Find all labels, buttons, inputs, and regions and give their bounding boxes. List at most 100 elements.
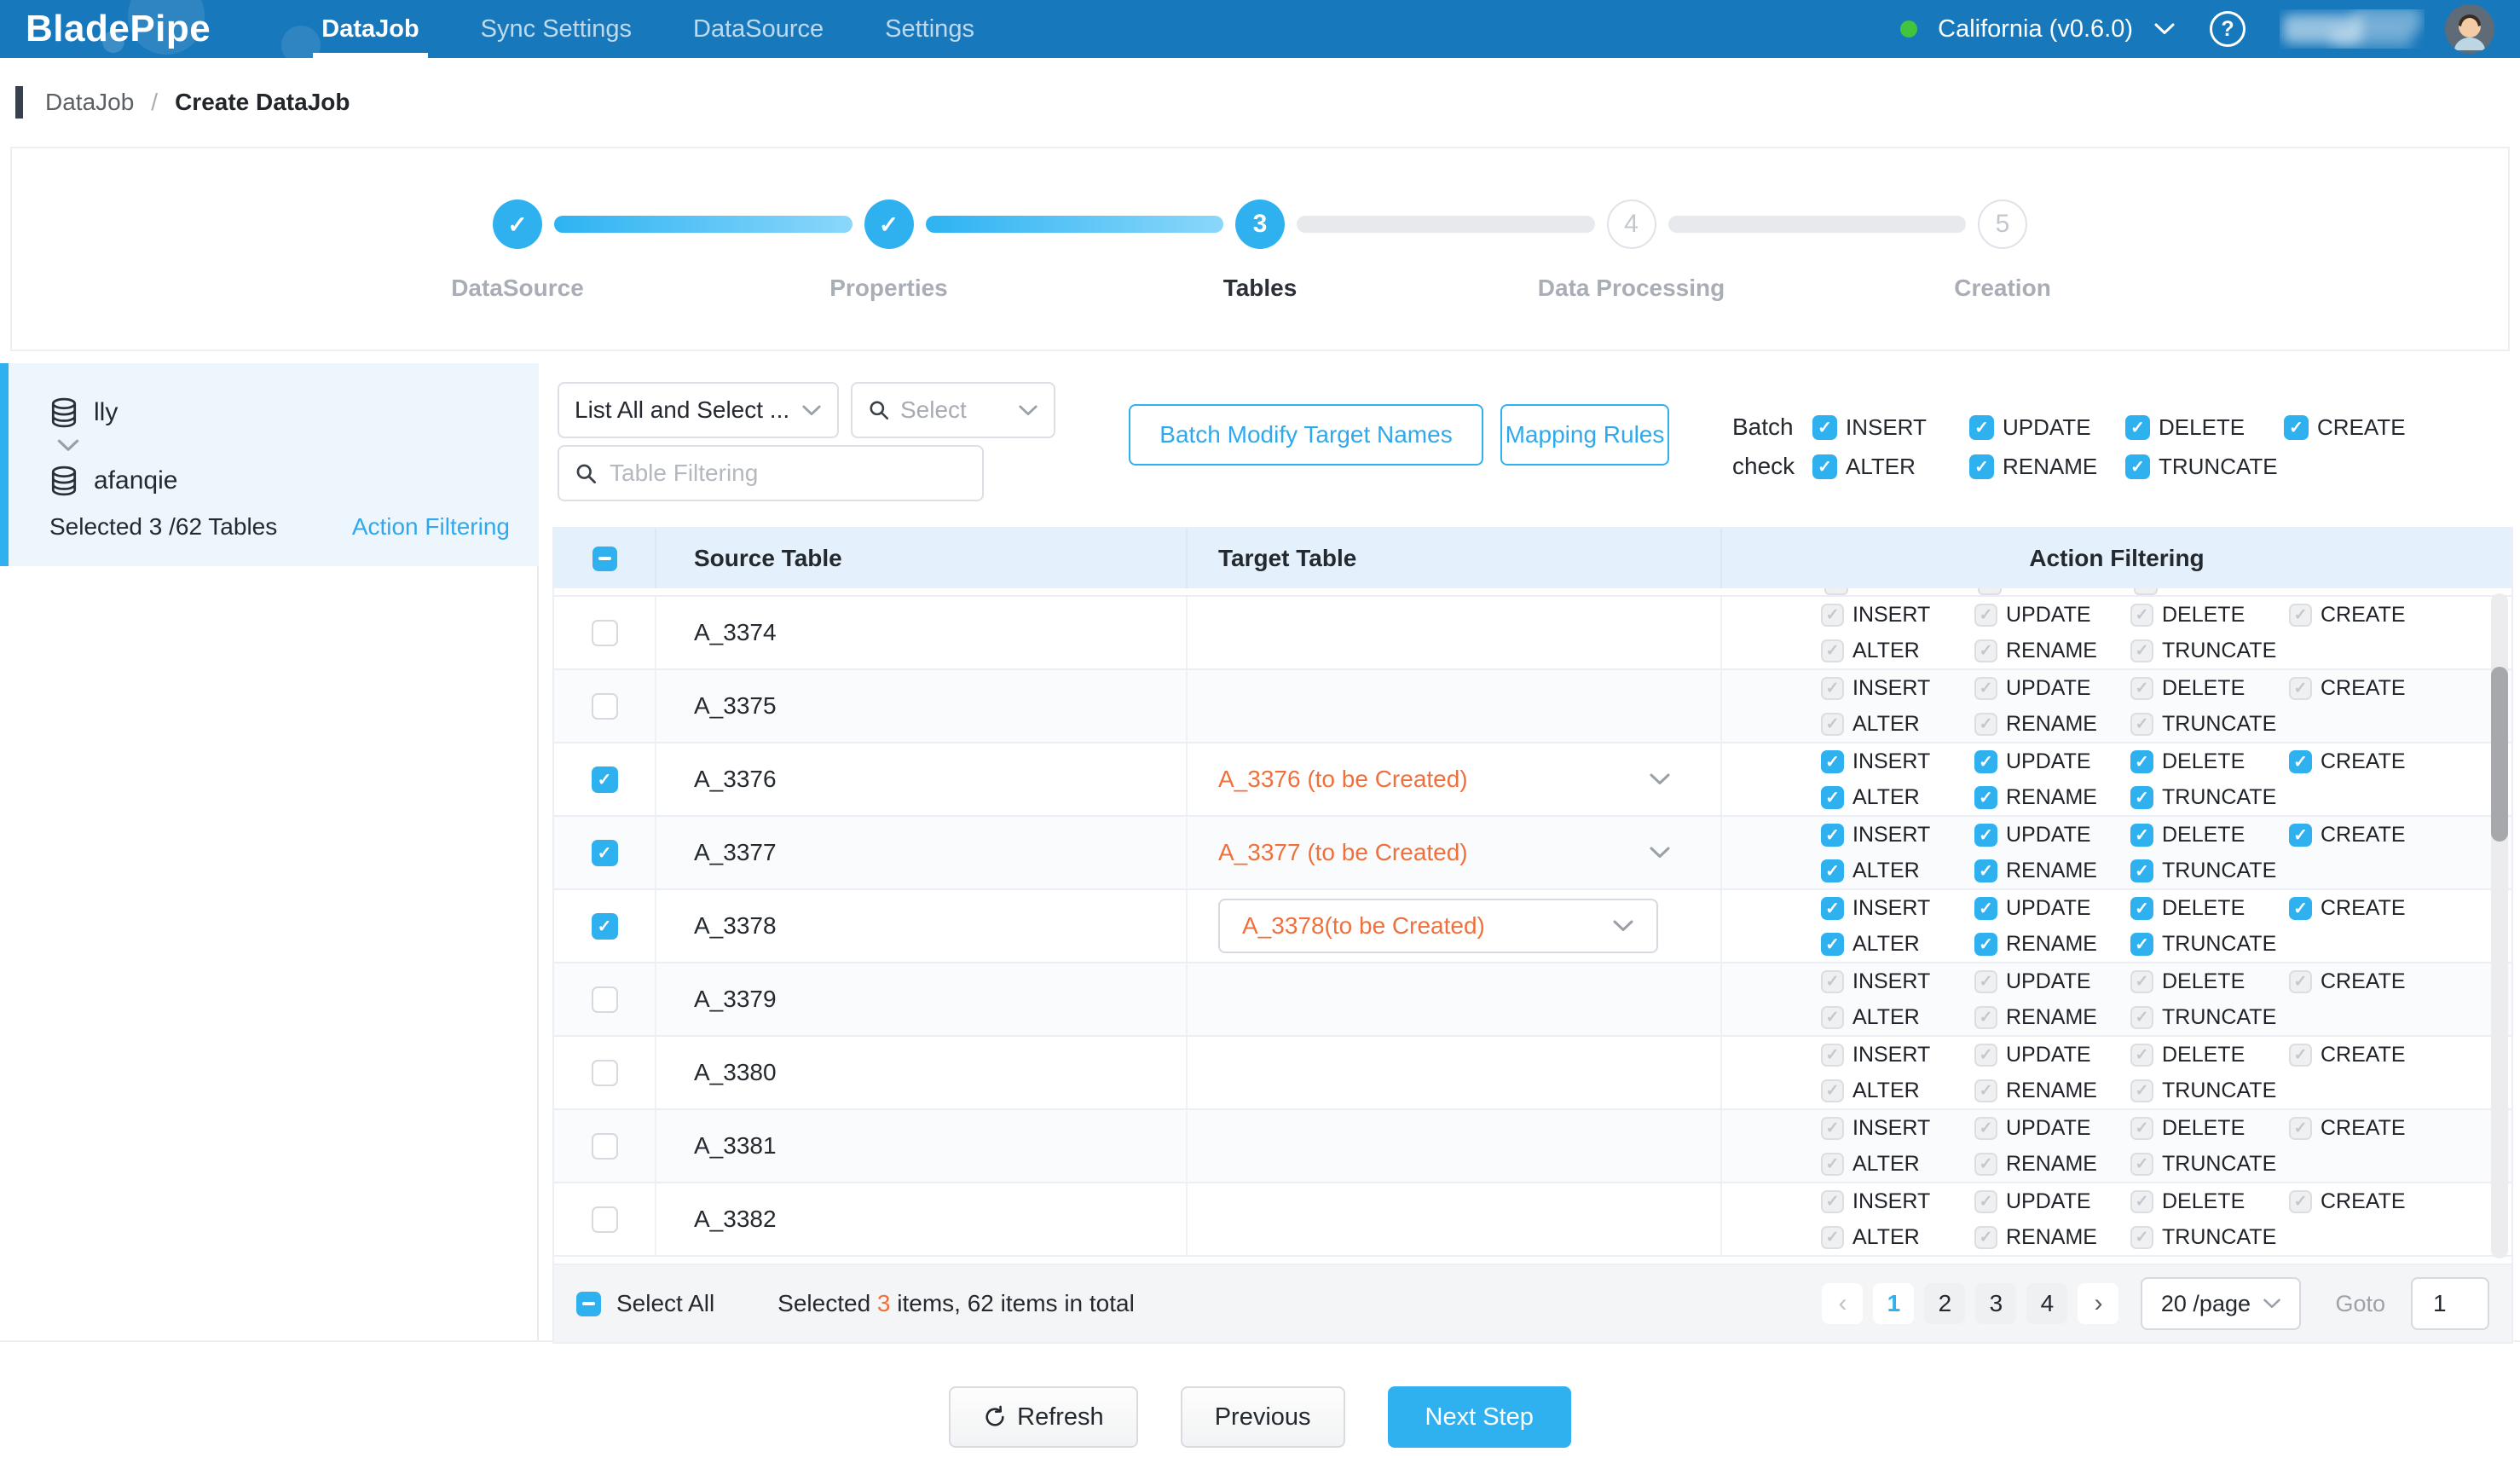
- action-checkbox-item[interactable]: INSERT: [1821, 749, 1974, 774]
- action-checkbox-item[interactable]: RENAME: [1974, 932, 2130, 957]
- help-icon[interactable]: ?: [2210, 11, 2245, 47]
- checkbox-checked[interactable]: [1821, 933, 1844, 956]
- action-checkbox-item[interactable]: CREATE: [2289, 1043, 2451, 1067]
- action-filtering-link[interactable]: Action Filtering: [352, 513, 510, 541]
- previous-button[interactable]: Previous: [1181, 1386, 1345, 1448]
- checkbox-disabled[interactable]: [1821, 1006, 1844, 1029]
- checkbox-disabled[interactable]: [1974, 604, 1997, 627]
- action-checkbox-item[interactable]: ALTER: [1821, 859, 1974, 883]
- page-button-1[interactable]: 1: [1873, 1283, 1914, 1324]
- action-checkbox-item[interactable]: RENAME: [1974, 1005, 2130, 1030]
- batch-action-alter[interactable]: ALTER: [1812, 454, 1969, 480]
- checkbox-checked[interactable]: [2130, 824, 2153, 847]
- action-checkbox-item[interactable]: TRUNCATE: [2130, 1225, 2289, 1250]
- checkbox-checked[interactable]: [2125, 454, 2150, 479]
- checkbox-disabled[interactable]: [2130, 1044, 2153, 1067]
- checkbox-checked[interactable]: [1821, 786, 1844, 809]
- action-checkbox-item[interactable]: INSERT: [1821, 969, 1974, 994]
- checkbox-disabled[interactable]: [1974, 1226, 1997, 1249]
- checkbox-checked[interactable]: [1821, 824, 1844, 847]
- action-checkbox-item[interactable]: RENAME: [1974, 859, 2130, 883]
- checkbox-disabled[interactable]: [1821, 1153, 1844, 1176]
- row-checkbox[interactable]: [592, 1133, 618, 1160]
- action-checkbox-item[interactable]: CREATE: [2289, 823, 2451, 847]
- action-checkbox-item[interactable]: ALTER: [1821, 1225, 1974, 1250]
- checkbox-checked[interactable]: [1812, 454, 1837, 479]
- checkbox-disabled[interactable]: [2289, 677, 2312, 700]
- checkbox-disabled[interactable]: [2130, 1226, 2153, 1249]
- action-checkbox-item[interactable]: RENAME: [1974, 639, 2130, 663]
- action-checkbox-item[interactable]: UPDATE: [1974, 969, 2130, 994]
- batch-action-truncate[interactable]: TRUNCATE: [2125, 454, 2284, 480]
- action-checkbox-item[interactable]: CREATE: [2289, 1189, 2451, 1214]
- action-checkbox-item[interactable]: UPDATE: [1974, 1116, 2130, 1141]
- action-checkbox-item[interactable]: TRUNCATE: [2130, 932, 2289, 957]
- action-checkbox-item[interactable]: INSERT: [1821, 896, 1974, 921]
- action-checkbox-item[interactable]: INSERT: [1821, 1116, 1974, 1141]
- checkbox-disabled[interactable]: [2130, 639, 2153, 662]
- page-button-3[interactable]: 3: [1975, 1283, 2016, 1324]
- checkbox-disabled[interactable]: [2130, 1117, 2153, 1140]
- action-checkbox-item[interactable]: RENAME: [1974, 712, 2130, 737]
- checkbox-disabled[interactable]: [1974, 1006, 1997, 1029]
- checkbox-disabled[interactable]: [2130, 604, 2153, 627]
- action-checkbox-item[interactable]: INSERT: [1821, 603, 1974, 628]
- checkbox-disabled[interactable]: [2289, 604, 2312, 627]
- action-checkbox-item[interactable]: TRUNCATE: [2130, 712, 2289, 737]
- checkbox-disabled[interactable]: [2289, 1190, 2312, 1213]
- action-checkbox-item[interactable]: CREATE: [2289, 749, 2451, 774]
- action-checkbox-item[interactable]: ALTER: [1821, 1152, 1974, 1177]
- avatar[interactable]: [2445, 4, 2494, 54]
- checkbox-disabled[interactable]: [1821, 1117, 1844, 1140]
- page-button-2[interactable]: 2: [1924, 1283, 1965, 1324]
- action-checkbox-item[interactable]: INSERT: [1821, 676, 1974, 701]
- checkbox-checked[interactable]: [1821, 897, 1844, 920]
- action-checkbox-item[interactable]: ALTER: [1821, 1079, 1974, 1103]
- checkbox-disabled[interactable]: [1821, 604, 1844, 627]
- breadcrumb-parent[interactable]: DataJob: [45, 89, 134, 116]
- page-button-4[interactable]: 4: [2026, 1283, 2067, 1324]
- action-checkbox-item[interactable]: TRUNCATE: [2130, 785, 2289, 810]
- action-checkbox-item[interactable]: UPDATE: [1974, 676, 2130, 701]
- checkbox-disabled[interactable]: [1821, 713, 1844, 736]
- nav-item-sync-settings[interactable]: Sync Settings: [481, 0, 632, 58]
- row-checkbox[interactable]: [592, 1060, 618, 1086]
- action-checkbox-item[interactable]: TRUNCATE: [2130, 1079, 2289, 1103]
- action-checkbox-item[interactable]: TRUNCATE: [2130, 639, 2289, 663]
- checkbox-disabled[interactable]: [1974, 1079, 1997, 1102]
- checkbox-checked[interactable]: [2130, 897, 2153, 920]
- row-checkbox[interactable]: [592, 1206, 618, 1233]
- batch-action-update[interactable]: UPDATE: [1969, 414, 2125, 441]
- row-checkbox[interactable]: [592, 766, 618, 793]
- checkbox-checked[interactable]: [1974, 750, 1997, 773]
- action-checkbox-item[interactable]: ALTER: [1821, 639, 1974, 663]
- checkbox-checked[interactable]: [1969, 415, 1994, 440]
- nav-item-datajob[interactable]: DataJob: [321, 0, 419, 58]
- action-checkbox-item[interactable]: UPDATE: [1974, 896, 2130, 921]
- action-checkbox-item[interactable]: RENAME: [1974, 1079, 2130, 1103]
- checkbox-disabled[interactable]: [1821, 677, 1844, 700]
- action-checkbox-item[interactable]: ALTER: [1821, 1005, 1974, 1030]
- refresh-button[interactable]: Refresh: [949, 1386, 1138, 1448]
- checkbox-checked[interactable]: [2289, 750, 2312, 773]
- batch-action-delete[interactable]: DELETE: [2125, 414, 2284, 441]
- action-checkbox-item[interactable]: UPDATE: [1974, 823, 2130, 847]
- action-checkbox-item[interactable]: DELETE: [2130, 603, 2289, 628]
- region-selector[interactable]: California (v0.6.0): [1938, 15, 2133, 43]
- checkbox-disabled[interactable]: [2289, 1044, 2312, 1067]
- batch-action-create[interactable]: CREATE: [2284, 414, 2454, 441]
- action-checkbox-item[interactable]: TRUNCATE: [2130, 859, 2289, 883]
- action-checkbox-item[interactable]: INSERT: [1821, 823, 1974, 847]
- action-checkbox-item[interactable]: RENAME: [1974, 785, 2130, 810]
- action-checkbox-item[interactable]: DELETE: [2130, 1116, 2289, 1141]
- checkbox-checked[interactable]: [2130, 933, 2153, 956]
- checkbox-disabled[interactable]: [1821, 1190, 1844, 1213]
- action-checkbox-item[interactable]: TRUNCATE: [2130, 1152, 2289, 1177]
- action-checkbox-item[interactable]: DELETE: [2130, 676, 2289, 701]
- select-all-header-checkbox[interactable]: [592, 547, 617, 571]
- checkbox-disabled[interactable]: [1821, 1079, 1844, 1102]
- action-checkbox-item[interactable]: UPDATE: [1974, 749, 2130, 774]
- nav-item-datasource[interactable]: DataSource: [693, 0, 824, 58]
- checkbox-disabled[interactable]: [1974, 1190, 1997, 1213]
- select-all-footer-checkbox[interactable]: [576, 1292, 601, 1316]
